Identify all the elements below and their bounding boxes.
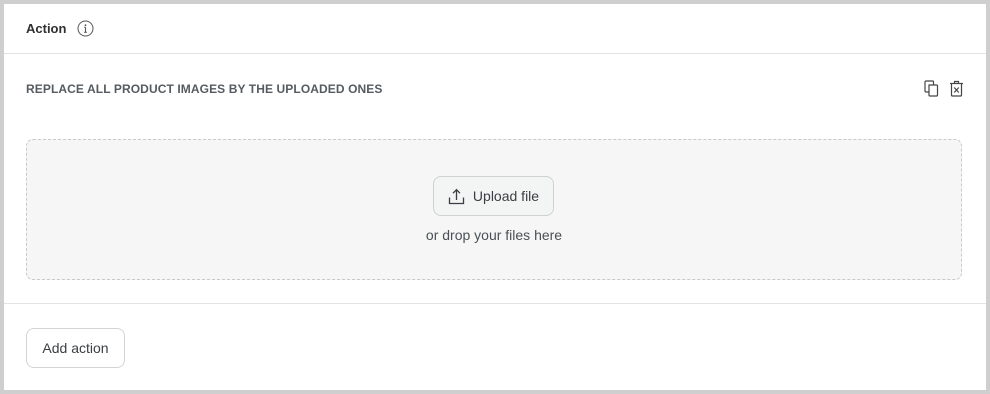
upload-icon [448, 188, 465, 205]
add-action-label: Add action [42, 340, 109, 356]
upload-file-button[interactable]: Upload file [433, 176, 554, 216]
panel-title: Action [26, 21, 67, 36]
upload-file-label: Upload file [472, 188, 540, 204]
add-action-button[interactable]: Add action [26, 328, 125, 368]
delete-icon[interactable] [949, 80, 964, 97]
drop-hint: or drop your files here [425, 227, 563, 243]
file-dropzone[interactable]: Upload file or drop your files here [26, 139, 962, 280]
action-title: REPLACE ALL PRODUCT IMAGES BY THE UPLOAD… [26, 82, 383, 96]
action-item: REPLACE ALL PRODUCT IMAGES BY THE UPLOAD… [4, 54, 986, 304]
action-panel: Action REPLACE ALL PRODUCT IMAGES BY THE… [4, 4, 986, 390]
panel-header: Action [4, 4, 986, 54]
duplicate-icon[interactable] [924, 80, 939, 97]
info-icon[interactable] [77, 20, 94, 37]
action-toolbar [924, 80, 964, 97]
panel-footer: Add action [4, 304, 986, 390]
